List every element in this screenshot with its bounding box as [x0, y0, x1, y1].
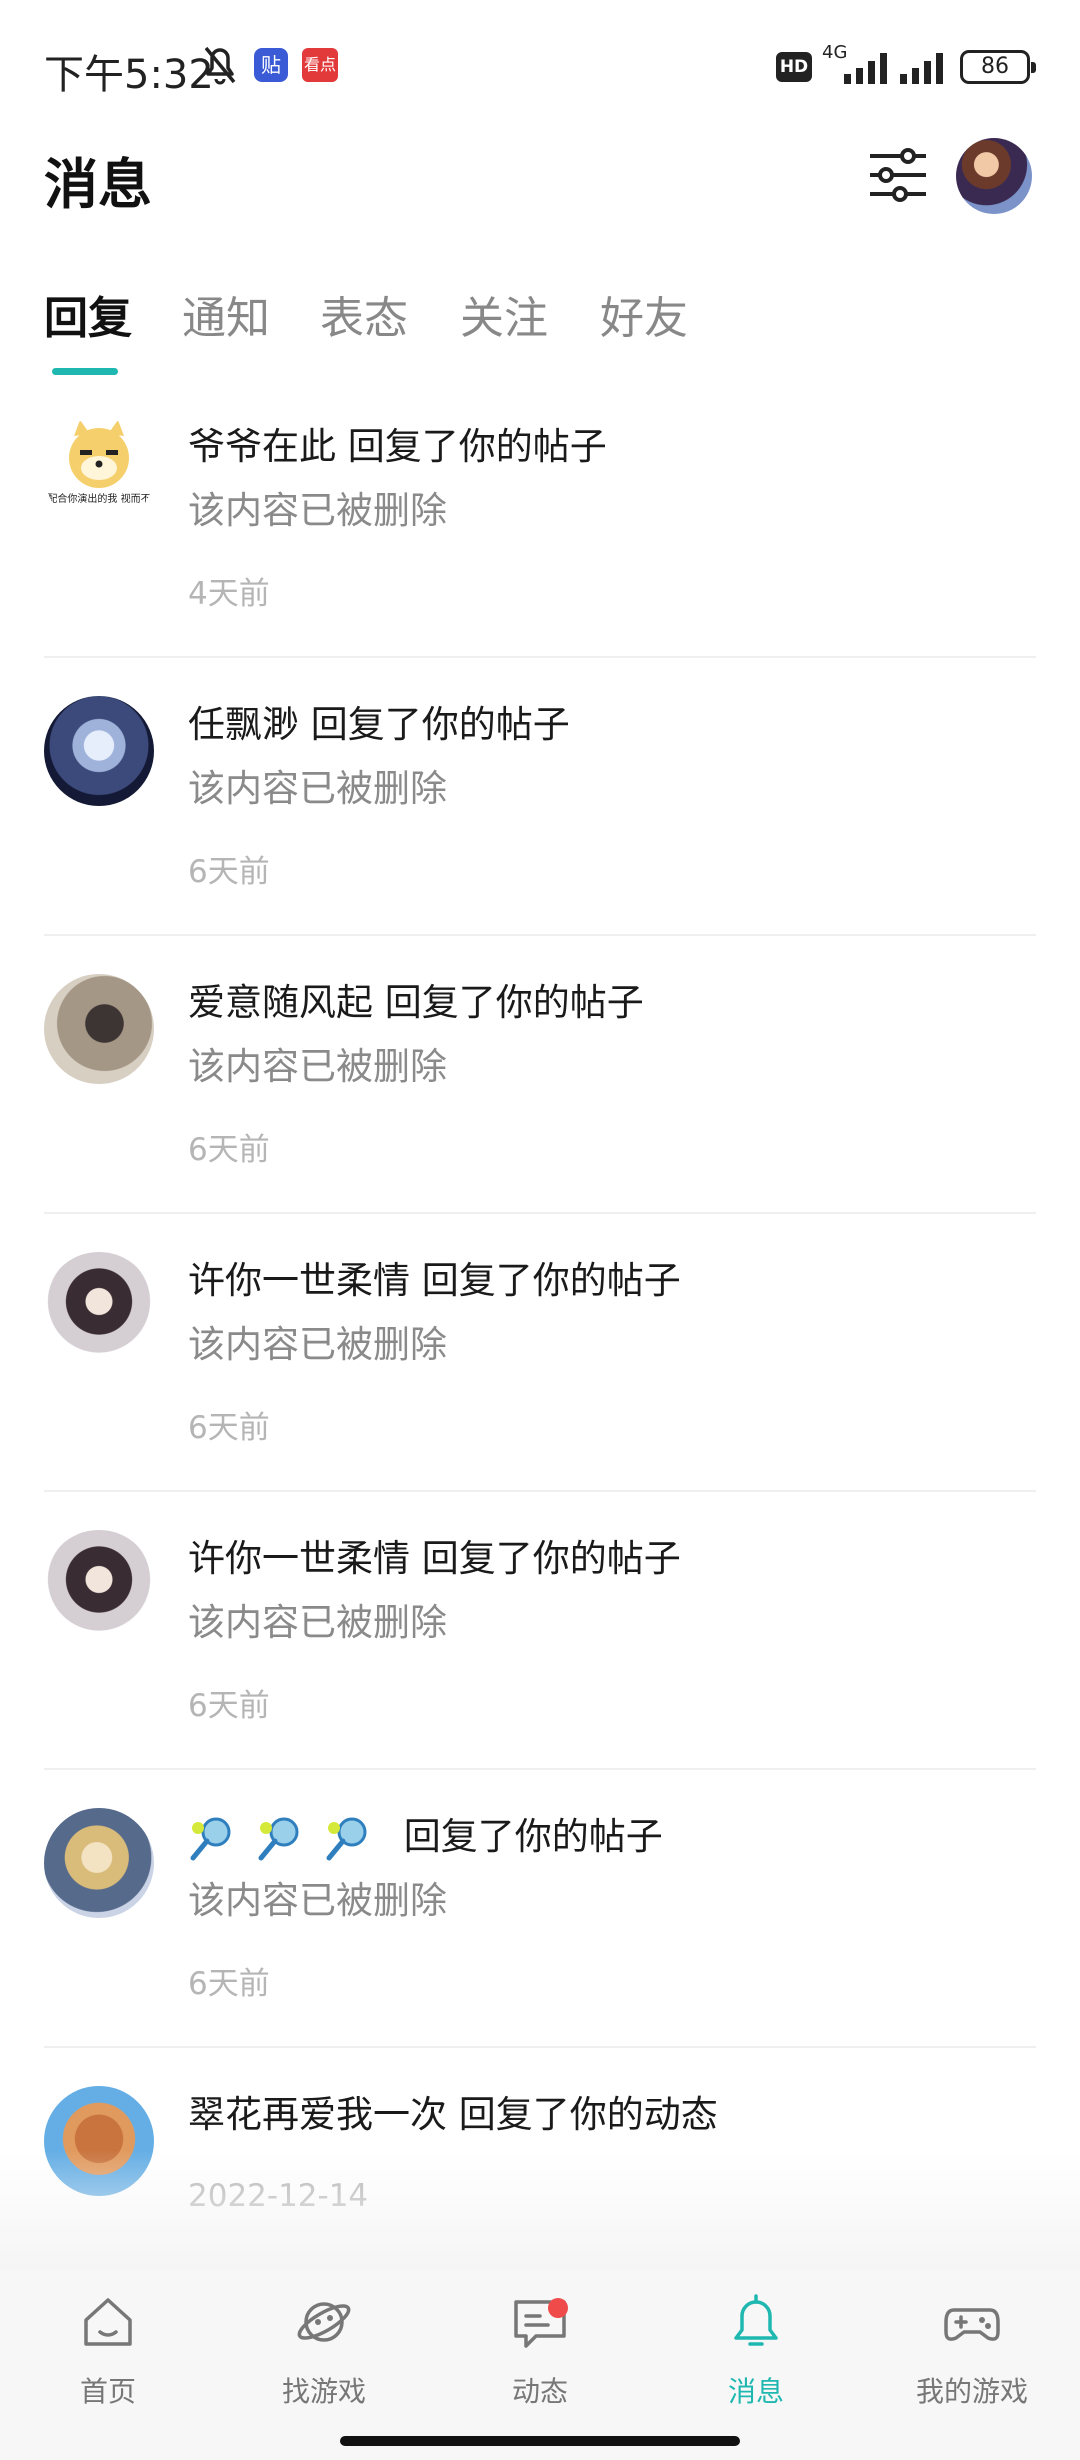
- message-title: 回复了你的帖子: [188, 1806, 663, 1862]
- sender-name[interactable]: 许你一世柔情: [188, 1259, 410, 1302]
- sender-name[interactable]: 任飘渺: [188, 703, 299, 746]
- bottom-nav: 首页 找游戏 动态 消息 我的游戏: [0, 2270, 1080, 2460]
- message-action: 回复了你的帖子: [384, 981, 644, 1024]
- signal-icon-2: [900, 53, 943, 84]
- planet-icon: [297, 2302, 351, 2342]
- avatar[interactable]: 该配合你演出的我 视而不见: [44, 418, 154, 528]
- avatar[interactable]: [44, 974, 154, 1084]
- message-time: 6天前: [188, 1966, 270, 2002]
- sender-name[interactable]: 许你一世柔情: [188, 1537, 410, 1580]
- message-content: 该内容已被删除: [188, 1323, 447, 1366]
- list-item[interactable]: 许你一世柔情 回复了你的帖子 该内容已被删除 6天前: [0, 1214, 1080, 1492]
- message-time: 6天前: [188, 854, 270, 890]
- tab-friends[interactable]: 好友: [600, 282, 688, 346]
- gamepad-icon: [944, 2308, 1000, 2341]
- list-item[interactable]: 该配合你演出的我 视而不见 爷爷在此 回复了你的帖子 该内容已被删除 4天前: [0, 380, 1080, 658]
- hd-icon: HD: [776, 52, 812, 82]
- sender-name[interactable]: 爱意随风起: [188, 981, 373, 1024]
- avatar[interactable]: [44, 696, 154, 806]
- home-indicator[interactable]: [340, 2436, 740, 2446]
- page-title: 消息: [44, 153, 152, 216]
- svg-text:该配合你演出的我 视而不见: 该配合你演出的我 视而不见: [44, 492, 154, 505]
- tab-notice[interactable]: 通知: [182, 282, 270, 346]
- list-item[interactable]: 回复了你的帖子 该内容已被删除 6天前: [0, 1770, 1080, 2048]
- message-time: 4天前: [188, 576, 270, 612]
- sender-name[interactable]: 翠花再爱我一次: [188, 2093, 447, 2136]
- message-title: 任飘渺 回复了你的帖子: [188, 694, 570, 748]
- tab-follow[interactable]: 关注: [460, 282, 548, 346]
- status-time: 下午5:32: [44, 52, 214, 98]
- kandian-app-icon: 看点: [302, 48, 338, 82]
- message-action: 回复了你的动态: [458, 2093, 718, 2136]
- message-time: 6天前: [188, 1410, 270, 1446]
- tennis-racket-icon: [258, 1817, 299, 1860]
- user-avatar[interactable]: [956, 138, 1032, 214]
- home-icon: [84, 2298, 132, 2346]
- sender-name[interactable]: [188, 1815, 404, 1860]
- message-content: 该内容已被删除: [188, 1879, 447, 1922]
- message-action: 回复了你的帖子: [347, 425, 607, 468]
- tab-indicator: [52, 368, 118, 375]
- nav-label: 首页: [79, 2375, 136, 2408]
- filter-settings-icon[interactable]: [868, 146, 928, 204]
- avatar[interactable]: [44, 1530, 154, 1640]
- battery-indicator: 86: [960, 50, 1036, 84]
- tab-reaction[interactable]: 表态: [320, 282, 408, 346]
- avatar[interactable]: [44, 1808, 154, 1918]
- message-title: 许你一世柔情 回复了你的帖子: [188, 1250, 681, 1304]
- message-title: 爱意随风起 回复了你的帖子: [188, 972, 644, 1026]
- message-action: 回复了你的帖子: [421, 1537, 681, 1580]
- nav-label: 消息: [727, 2375, 784, 2408]
- signal-icon: [844, 53, 887, 84]
- nav-feed[interactable]: 动态: [432, 2270, 648, 2420]
- tennis-racket-icon: [326, 1817, 367, 1860]
- message-title: 许你一世柔情 回复了你的帖子: [188, 1528, 681, 1582]
- message-action: 回复了你的帖子: [310, 703, 570, 746]
- message-action: 回复了你的帖子: [403, 1815, 663, 1858]
- list-fade: [0, 2150, 1080, 2270]
- message-title: 翠花再爱我一次 回复了你的动态: [188, 2084, 718, 2138]
- notification-badge: [548, 2298, 568, 2318]
- message-content: 该内容已被删除: [188, 489, 447, 532]
- list-item[interactable]: 爱意随风起 回复了你的帖子 该内容已被删除 6天前: [0, 936, 1080, 1214]
- avatar[interactable]: [44, 1252, 154, 1362]
- message-content: 该内容已被删除: [188, 767, 447, 810]
- nav-find-games[interactable]: 找游戏: [216, 2270, 432, 2420]
- mute-bell-icon: [204, 46, 236, 85]
- nav-label: 动态: [511, 2375, 568, 2408]
- bell-icon: [734, 2294, 778, 2346]
- nav-home[interactable]: 首页: [0, 2270, 216, 2420]
- tab-reply[interactable]: 回复: [44, 282, 132, 346]
- nav-my-games[interactable]: 我的游戏: [864, 2270, 1080, 2420]
- nav-label: 找游戏: [281, 2375, 366, 2408]
- sender-name[interactable]: 爷爷在此: [188, 425, 336, 468]
- message-content: 该内容已被删除: [188, 1045, 447, 1088]
- status-bar: 下午5:32 贴 看点 HD 4G 86: [0, 0, 1080, 130]
- tennis-racket-icon: [190, 1817, 231, 1860]
- message-time: 6天前: [188, 1688, 270, 1724]
- nav-messages[interactable]: 消息: [648, 2270, 864, 2420]
- shiba-meme-avatar-icon: 该配合你演出的我 视而不见: [44, 420, 154, 505]
- message-action: 回复了你的帖子: [421, 1259, 681, 1302]
- list-item[interactable]: 许你一世柔情 回复了你的帖子 该内容已被删除 6天前: [0, 1492, 1080, 1770]
- message-content: 该内容已被删除: [188, 1601, 447, 1644]
- nav-label: 我的游戏: [915, 2375, 1028, 2408]
- list-item[interactable]: 任飘渺 回复了你的帖子 该内容已被删除 6天前: [0, 658, 1080, 936]
- message-title: 爷爷在此 回复了你的帖子: [188, 416, 607, 470]
- tieba-app-icon: 贴: [254, 48, 288, 82]
- message-time: 6天前: [188, 1132, 270, 1168]
